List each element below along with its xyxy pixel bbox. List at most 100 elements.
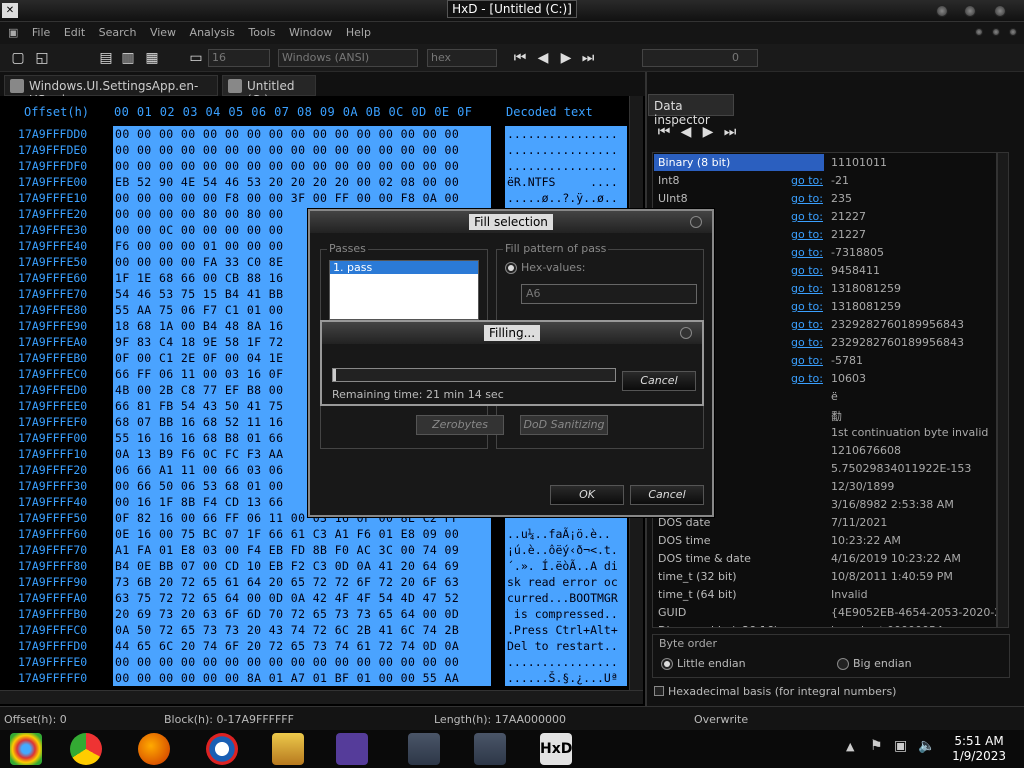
inspector-value[interactable]: 12/30/1899 xyxy=(831,480,894,493)
inspector-value[interactable]: -5781 xyxy=(831,354,863,367)
inspector-value[interactable]: 235 xyxy=(831,192,852,205)
row-decoded-text[interactable]: is compressed.. xyxy=(505,606,627,622)
save-all-icon[interactable]: ▥ xyxy=(120,50,136,66)
goto-link[interactable]: go to: xyxy=(791,174,823,187)
menu-analysis[interactable]: Analysis xyxy=(185,22,240,43)
row-decoded-text[interactable]: ´.». Í.ëòÃ..A di xyxy=(505,558,627,574)
hex-values-input[interactable]: A6 xyxy=(521,284,697,304)
row-decoded-text[interactable]: Del to restart.. xyxy=(505,638,627,654)
inspector-row[interactable]: DOS time 10:23:22 AM xyxy=(653,532,996,550)
tab-data-inspector[interactable]: Data inspector xyxy=(648,94,734,127)
inspector-value[interactable]: 10603 xyxy=(831,372,866,385)
bytes-per-row-select[interactable]: 16 xyxy=(208,49,270,67)
goto-link[interactable]: go to: xyxy=(791,246,823,259)
hex-basis-checkbox[interactable] xyxy=(654,686,664,696)
hxd-icon[interactable]: HxD xyxy=(540,733,572,765)
inspector-value[interactable]: 10:23:22 AM xyxy=(831,534,901,547)
inspector-value[interactable]: {4E9052EB-4654-2053-2020-2000 xyxy=(831,606,996,619)
tab-untitled-c[interactable]: Untitled (C:) xyxy=(222,75,316,107)
explorer-icon[interactable] xyxy=(272,733,304,765)
last-icon[interactable]: ⏭ xyxy=(722,124,738,140)
minimize-button[interactable] xyxy=(936,5,948,17)
volume-icon[interactable]: 🔈 xyxy=(918,738,935,754)
app-menu-icon[interactable]: ▣ xyxy=(0,22,23,43)
install-icon-2[interactable] xyxy=(474,733,506,765)
inspector-value[interactable]: ë xyxy=(831,390,838,403)
copy-icon[interactable]: ▦ xyxy=(144,50,160,66)
row-decoded-text[interactable]: ................ xyxy=(505,142,627,158)
clock[interactable]: 5:51 AM 1/9/2023 xyxy=(952,734,1006,764)
row-bytes[interactable]: 00 00 00 00 00 00 00 00 00 00 00 00 00 0… xyxy=(113,126,491,142)
row-decoded-text[interactable]: ......Š.§.¿...Uª xyxy=(505,670,627,686)
hex-row[interactable]: 17A9FFFFE0 00 00 00 00 00 00 00 00 00 00 … xyxy=(0,654,630,670)
filling-cancel-button[interactable]: Cancel xyxy=(622,371,696,391)
inspector-value[interactable]: 5.75029834011922E-153 xyxy=(831,462,971,475)
row-bytes[interactable]: EB 52 90 4E 54 46 53 20 20 20 20 00 02 0… xyxy=(113,174,491,190)
hex-row[interactable]: 17A9FFFF60 0E 16 00 75 BC 07 1F 66 61 C3 … xyxy=(0,526,630,542)
previous-icon[interactable]: ◀ xyxy=(678,124,694,140)
inspector-row[interactable]: Disassembly (x86-16) jmp short 00000054 xyxy=(653,622,996,627)
inspector-value[interactable]: 4/16/2019 10:23:22 AM xyxy=(831,552,961,565)
tray-arrow-icon[interactable]: ▲ xyxy=(846,740,854,753)
goto-link[interactable]: go to: xyxy=(791,192,823,205)
opera-icon[interactable] xyxy=(206,733,238,765)
inspector-value[interactable]: 2329282760189956843 xyxy=(831,336,964,349)
charset-select[interactable]: Windows (ANSI) xyxy=(278,49,418,67)
hex-horizontal-scrollbar[interactable] xyxy=(0,690,643,704)
inspector-value[interactable]: 1st continuation byte invalid xyxy=(831,426,988,439)
row-bytes[interactable]: A1 FA 01 E8 03 00 F4 EB FD 8B F0 AC 3C 0… xyxy=(113,542,491,558)
network-users-icon[interactable] xyxy=(336,733,368,765)
row-decoded-text[interactable]: ................ xyxy=(505,158,627,174)
hex-row[interactable]: 17A9FFFE10 00 00 00 00 00 F8 00 00 3F 00 … xyxy=(0,190,630,206)
goto-link[interactable]: go to: xyxy=(791,354,823,367)
passes-list[interactable]: 1. pass xyxy=(329,260,479,320)
inspector-value[interactable]: 1318081259 xyxy=(831,282,901,295)
inspector-value[interactable]: jmp short 00000054 xyxy=(831,624,943,627)
row-bytes[interactable]: 0E 16 00 75 BC 07 1F 66 61 C3 A1 F6 01 E… xyxy=(113,526,491,542)
inspector-row[interactable]: time_t (64 bit) Invalid xyxy=(653,586,996,604)
inspector-row[interactable]: DOS time & date 4/16/2019 10:23:22 AM xyxy=(653,550,996,568)
pass-item[interactable]: 1. pass xyxy=(330,261,478,274)
first-icon[interactable]: ⏮ xyxy=(656,124,672,140)
big-endian-radio[interactable] xyxy=(837,658,849,670)
previous-icon[interactable]: ◀ xyxy=(535,50,551,66)
inspector-value[interactable]: 11101011 xyxy=(831,156,887,169)
row-bytes[interactable]: 00 00 00 00 00 00 00 00 00 00 00 00 00 0… xyxy=(113,158,491,174)
menu-file[interactable]: File xyxy=(27,22,55,43)
hex-row[interactable]: 17A9FFFF80 B4 0E BB 07 00 CD 10 EB F2 C3 … xyxy=(0,558,630,574)
save-icon[interactable]: ▤ xyxy=(98,50,114,66)
hex-row[interactable]: 17A9FFFDF0 00 00 00 00 00 00 00 00 00 00 … xyxy=(0,158,630,174)
inspector-value[interactable]: 21227 xyxy=(831,210,866,223)
inspector-value[interactable]: 9458411 xyxy=(831,264,880,277)
row-bytes[interactable]: 00 00 00 00 00 00 8A 01 A7 01 BF 01 00 0… xyxy=(113,670,491,686)
inspector-value[interactable]: 21227 xyxy=(831,228,866,241)
close-icon[interactable] xyxy=(690,216,702,228)
network-icon[interactable]: ▣ xyxy=(894,738,907,754)
inspector-row[interactable]: UInt8 go to: 235 xyxy=(653,190,996,208)
open-file-icon[interactable]: ◱ xyxy=(34,50,50,66)
row-bytes[interactable]: 73 6B 20 72 65 61 64 20 65 72 72 6F 72 2… xyxy=(113,574,491,590)
row-decoded-text[interactable]: ................ xyxy=(505,126,627,142)
row-decoded-text[interactable]: .Press Ctrl+Alt+ xyxy=(505,622,627,638)
new-file-icon[interactable]: ▢ xyxy=(10,50,26,66)
hex-values-radio[interactable] xyxy=(505,262,517,274)
ok-button[interactable]: OK xyxy=(550,485,624,505)
hex-row[interactable]: 17A9FFFFA0 63 75 72 72 65 64 00 0D 0A 42 … xyxy=(0,590,630,606)
row-bytes[interactable]: 63 75 72 72 65 64 00 0D 0A 42 4F 4F 54 4… xyxy=(113,590,491,606)
row-decoded-text[interactable]: .....ø..?.ÿ..ø.. xyxy=(505,190,627,206)
row-bytes[interactable]: 00 00 00 00 00 F8 00 00 3F 00 FF 00 00 F… xyxy=(113,190,491,206)
goto-link[interactable]: go to: xyxy=(791,336,823,349)
row-bytes[interactable]: 00 00 00 00 00 00 00 00 00 00 00 00 00 0… xyxy=(113,654,491,670)
goto-link[interactable]: go to: xyxy=(791,300,823,313)
hex-row[interactable]: 17A9FFFE00 EB 52 90 4E 54 46 53 20 20 20 … xyxy=(0,174,630,190)
close-button[interactable] xyxy=(994,5,1006,17)
mdi-minimize-button[interactable] xyxy=(975,28,983,36)
mdi-restore-button[interactable] xyxy=(992,28,1000,36)
position-field[interactable]: 0 xyxy=(642,49,758,67)
hex-row[interactable]: 17A9FFFFC0 0A 50 72 65 73 73 20 43 74 72 … xyxy=(0,622,630,638)
goto-link[interactable]: go to: xyxy=(791,264,823,277)
row-decoded-text[interactable]: sk read error oc xyxy=(505,574,627,590)
row-decoded-text[interactable]: ..u¼..faÃ¡ö.è.. xyxy=(505,526,627,542)
inspector-value[interactable]: 1210676608 xyxy=(831,444,901,457)
hex-row[interactable]: 17A9FFFFB0 20 69 73 20 63 6F 6D 70 72 65 … xyxy=(0,606,630,622)
